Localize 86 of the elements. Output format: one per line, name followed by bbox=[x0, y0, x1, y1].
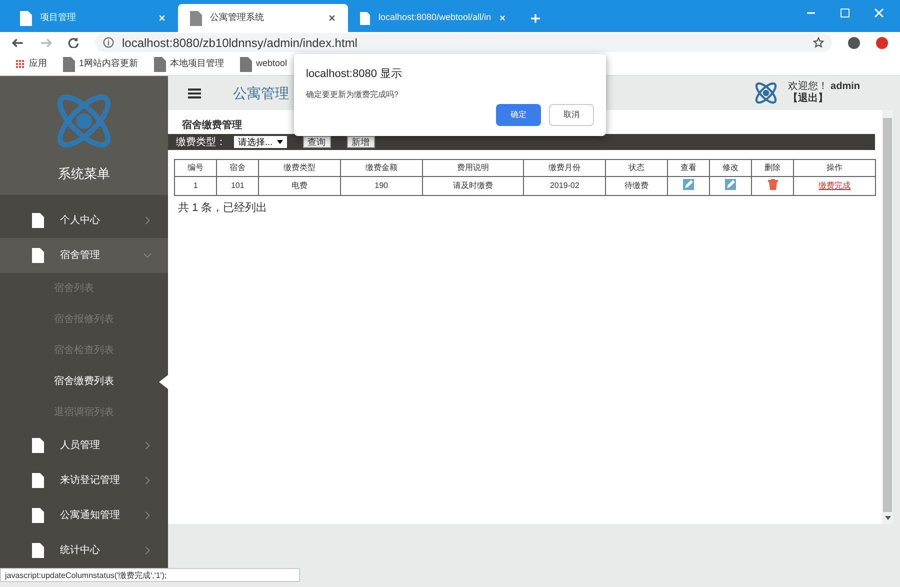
back-icon[interactable] bbox=[12, 36, 24, 48]
browser-tab[interactable]: 公寓管理系统 bbox=[178, 4, 348, 32]
document-icon bbox=[32, 543, 44, 558]
document-icon bbox=[190, 10, 202, 26]
column-header: 缴费月份 bbox=[524, 160, 606, 176]
app-title: 公寓管理 bbox=[233, 84, 289, 102]
menu-icon[interactable] bbox=[188, 86, 201, 100]
chevron-right-icon bbox=[143, 216, 152, 225]
menu-item[interactable]: 来访登记管理 bbox=[0, 463, 168, 498]
edit-icon[interactable] bbox=[682, 178, 694, 190]
tab-title: localhost:8080/webtool/all/in bbox=[378, 11, 492, 24]
table-cell: 请及时缴费 bbox=[422, 176, 524, 196]
type-select[interactable]: 请选择... bbox=[234, 136, 287, 148]
dialog-title: localhost:8080 显示 bbox=[306, 67, 403, 82]
welcome-text: 欢迎您！ admin bbox=[788, 80, 860, 92]
bookmark-item[interactable]: 1网站内容更新 bbox=[63, 56, 138, 72]
document-icon bbox=[20, 10, 32, 26]
dialog-button[interactable]: 取消 bbox=[549, 104, 594, 126]
column-header: 缴费金额 bbox=[340, 160, 422, 176]
dialog-message: 确定要更新为缴费完成吗? bbox=[306, 88, 400, 100]
star-icon[interactable] bbox=[813, 37, 824, 48]
filter-label: 缴费类型： bbox=[176, 136, 226, 150]
column-header: 修改 bbox=[710, 160, 752, 176]
dialog-button[interactable]: 确定 bbox=[496, 104, 541, 126]
column-header: 状态 bbox=[605, 160, 668, 176]
sidebar-title: 系统菜单 bbox=[58, 164, 110, 182]
tab-title: 公寓管理系统 bbox=[210, 11, 265, 24]
column-header: 费用说明 bbox=[422, 160, 524, 176]
new-tab-icon[interactable] bbox=[530, 13, 541, 24]
column-header: 缴费类型 bbox=[258, 160, 340, 176]
pay-complete-link[interactable]: 缴费完成 bbox=[818, 181, 851, 190]
info-icon bbox=[103, 37, 114, 48]
edit-icon[interactable] bbox=[725, 178, 736, 190]
maximize-icon[interactable] bbox=[840, 8, 850, 18]
document-icon bbox=[63, 56, 75, 72]
close-window-icon[interactable] bbox=[874, 8, 884, 18]
breadcrumb: 宿舍缴费管理 bbox=[181, 118, 243, 133]
filter-button[interactable]: 查询 bbox=[302, 136, 331, 148]
document-icon bbox=[32, 473, 44, 488]
chevron-down-icon bbox=[143, 251, 152, 260]
bookmark-item[interactable]: webtool bbox=[240, 56, 288, 72]
document-icon bbox=[154, 56, 166, 72]
url-text: localhost:8080/zb10ldnnsy/admin/index.html bbox=[122, 34, 358, 52]
submenu-item[interactable]: 宿舍缴费列表 bbox=[54, 374, 114, 389]
menu-item[interactable]: 公寓通知管理 bbox=[0, 498, 168, 533]
chevron-right-icon bbox=[143, 441, 152, 450]
tab-title: 项目管理 bbox=[40, 11, 77, 24]
address-bar[interactable]: localhost:8080/zb10ldnnsy/admin/index.html bbox=[95, 33, 832, 52]
document-icon bbox=[32, 248, 44, 263]
reload-icon[interactable] bbox=[68, 37, 79, 48]
document-icon bbox=[240, 56, 252, 72]
table-cell: 101 bbox=[216, 176, 259, 196]
table-cell: 电费 bbox=[258, 176, 340, 196]
bookmark-item[interactable]: 本地项目管理 bbox=[154, 56, 224, 72]
apps-grid-icon bbox=[16, 60, 25, 68]
column-header: 删除 bbox=[752, 160, 794, 176]
scroll-down-icon[interactable] bbox=[884, 516, 890, 520]
status-url: javascript:updateColumnstatus('缴费完成','1'); bbox=[0, 568, 300, 582]
chevron-right-icon bbox=[143, 546, 152, 555]
table-cell: 190 bbox=[340, 176, 422, 196]
menu-item[interactable]: 人员管理 bbox=[0, 428, 168, 463]
close-icon[interactable] bbox=[328, 14, 336, 22]
document-icon bbox=[32, 213, 44, 228]
scrollbar-thumb[interactable] bbox=[883, 118, 892, 512]
forward-icon[interactable] bbox=[40, 36, 52, 48]
dropdown-arrow-icon bbox=[276, 140, 283, 144]
menu-item[interactable]: 个人中心 bbox=[0, 203, 168, 238]
document-icon bbox=[32, 508, 44, 523]
column-header: 操作 bbox=[794, 160, 876, 176]
logout-link[interactable]: 【退出】 bbox=[788, 93, 860, 106]
bookmark-item[interactable]: 应用 bbox=[16, 57, 47, 71]
chevron-right-icon bbox=[143, 476, 152, 485]
table-cell: 2019-02 bbox=[524, 176, 606, 196]
record-count: 共 1 条，已经列出 bbox=[177, 201, 268, 216]
chevron-right-icon bbox=[143, 511, 152, 520]
column-header: 查看 bbox=[667, 160, 710, 176]
column-header: 宿舍 bbox=[216, 160, 259, 176]
menu-item[interactable]: 统计中心 bbox=[0, 533, 168, 568]
table-cell: 待缴费 bbox=[605, 176, 668, 196]
document-icon bbox=[32, 438, 44, 453]
table-cell: 1 bbox=[174, 176, 217, 196]
menu-item[interactable]: 宿舍管理 bbox=[0, 238, 168, 273]
filter-button[interactable]: 新增 bbox=[346, 136, 375, 148]
trash-icon[interactable] bbox=[768, 178, 778, 190]
column-header: 编号 bbox=[174, 160, 217, 176]
document-icon bbox=[360, 10, 370, 26]
